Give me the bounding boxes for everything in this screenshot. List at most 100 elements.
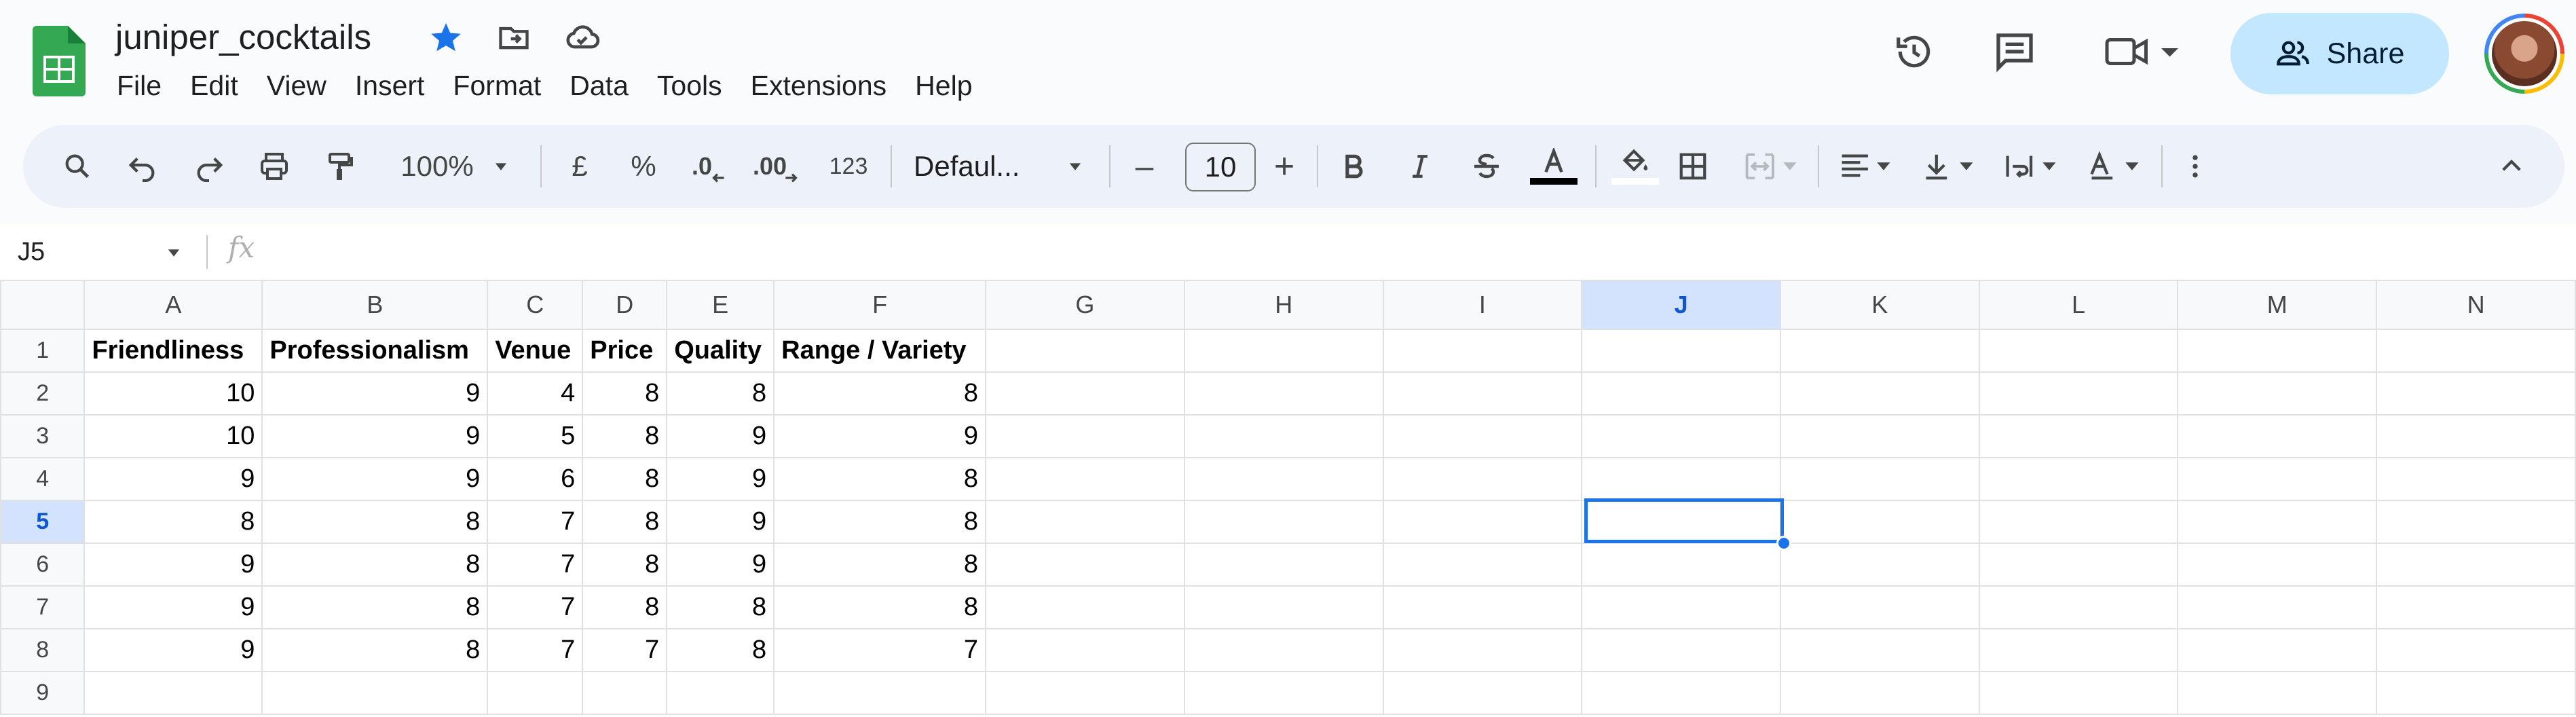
cell[interactable]: 4 xyxy=(487,371,584,416)
cell[interactable]: 9 xyxy=(666,543,775,587)
column-header[interactable]: H xyxy=(1183,280,1384,330)
cell[interactable]: Range / Variety xyxy=(773,329,987,373)
row-header[interactable]: 8 xyxy=(0,628,86,672)
row-header[interactable]: 1 xyxy=(0,329,86,373)
menu-help[interactable]: Help xyxy=(915,65,987,106)
zoom-select[interactable]: 100% xyxy=(383,125,491,208)
avatar[interactable] xyxy=(2484,14,2564,94)
cell[interactable]: 7 xyxy=(487,543,584,587)
text-rotation-icon[interactable] xyxy=(2081,125,2149,208)
cell[interactable] xyxy=(1581,329,1781,373)
cell[interactable] xyxy=(1779,671,1980,715)
cell[interactable]: 8 xyxy=(666,371,775,416)
italic-icon[interactable] xyxy=(1400,125,1440,208)
cell[interactable] xyxy=(1382,371,1583,416)
font-size-input[interactable]: 10 xyxy=(1185,143,1256,191)
cell[interactable] xyxy=(2177,500,2378,544)
cell[interactable] xyxy=(2177,371,2378,416)
column-header[interactable]: M xyxy=(2177,280,2378,330)
row-header-selected[interactable]: 5 xyxy=(0,500,86,544)
cell[interactable]: 9 xyxy=(83,628,263,672)
cell[interactable] xyxy=(1779,500,1980,544)
cell[interactable] xyxy=(985,671,1185,715)
cell[interactable] xyxy=(2376,500,2576,544)
cell[interactable]: 7 xyxy=(582,628,668,672)
vertical-align-icon[interactable] xyxy=(1916,125,1983,208)
comments-icon[interactable] xyxy=(1990,27,2039,76)
cell[interactable]: 9 xyxy=(261,414,489,458)
cell[interactable] xyxy=(1382,414,1583,458)
column-header[interactable]: G xyxy=(985,280,1185,330)
cell[interactable] xyxy=(1978,543,2179,587)
cell[interactable] xyxy=(1779,585,1980,629)
cell[interactable] xyxy=(2376,457,2576,501)
cell[interactable] xyxy=(1382,329,1583,373)
cell[interactable] xyxy=(1581,414,1781,458)
cell[interactable] xyxy=(1382,585,1583,629)
cell[interactable] xyxy=(261,671,489,715)
cell[interactable]: 8 xyxy=(773,543,987,587)
cell[interactable]: 8 xyxy=(773,371,987,416)
cell[interactable]: 7 xyxy=(487,585,584,629)
undo-icon[interactable] xyxy=(122,125,163,208)
decrease-decimals-button[interactable]: .0 xyxy=(686,125,733,208)
cell[interactable] xyxy=(83,671,263,715)
cell[interactable] xyxy=(2376,585,2576,629)
cell[interactable] xyxy=(2177,329,2378,373)
more-formats-button[interactable]: 123 xyxy=(821,125,876,208)
cell[interactable] xyxy=(582,671,668,715)
cell[interactable] xyxy=(2376,371,2576,416)
menu-view[interactable]: View xyxy=(267,65,341,106)
cell[interactable] xyxy=(666,671,775,715)
column-header[interactable]: N xyxy=(2376,280,2576,330)
search-icon[interactable] xyxy=(57,125,98,208)
column-header[interactable]: E xyxy=(666,280,775,330)
cell[interactable] xyxy=(985,414,1185,458)
cell[interactable]: 9 xyxy=(83,543,263,587)
cell[interactable]: Friendliness xyxy=(83,329,263,373)
cell[interactable] xyxy=(1183,671,1384,715)
cell[interactable] xyxy=(1978,371,2179,416)
cell[interactable] xyxy=(2376,329,2576,373)
cell[interactable] xyxy=(487,671,584,715)
cell[interactable] xyxy=(1779,414,1980,458)
cell[interactable] xyxy=(1581,371,1781,416)
cell[interactable]: 8 xyxy=(773,585,987,629)
row-header[interactable]: 9 xyxy=(0,671,86,715)
column-header[interactable]: F xyxy=(773,280,987,330)
cell[interactable]: Price xyxy=(582,329,668,373)
column-header[interactable]: K xyxy=(1779,280,1980,330)
cell[interactable]: 8 xyxy=(582,543,668,587)
cell[interactable] xyxy=(1779,628,1980,672)
version-history-icon[interactable] xyxy=(1890,27,1939,76)
menu-format[interactable]: Format xyxy=(453,65,556,106)
cell[interactable] xyxy=(985,329,1185,373)
cell[interactable]: Venue xyxy=(487,329,584,373)
row-header[interactable]: 6 xyxy=(0,543,86,587)
chevron-down-icon[interactable] xyxy=(164,243,183,265)
cell[interactable]: 7 xyxy=(773,628,987,672)
cell[interactable]: 9 xyxy=(261,457,489,501)
sheets-logo-icon[interactable] xyxy=(33,26,86,96)
cell[interactable] xyxy=(1978,457,2179,501)
cell[interactable]: 9 xyxy=(666,414,775,458)
cell[interactable] xyxy=(2177,414,2378,458)
fill-color-icon[interactable] xyxy=(1611,125,1659,208)
move-to-folder-icon[interactable] xyxy=(494,18,534,57)
menu-edit[interactable]: Edit xyxy=(190,65,253,106)
star-icon[interactable] xyxy=(426,18,466,57)
cell[interactable] xyxy=(2177,457,2378,501)
text-color-icon[interactable] xyxy=(1530,125,1578,208)
chevron-down-icon[interactable] xyxy=(1062,125,1089,208)
cell[interactable] xyxy=(2376,414,2576,458)
menu-insert[interactable]: Insert xyxy=(355,65,440,106)
cell[interactable] xyxy=(2376,543,2576,587)
cell[interactable] xyxy=(1382,500,1583,544)
menu-file[interactable]: File xyxy=(117,65,176,106)
cell[interactable] xyxy=(1581,543,1781,587)
cell[interactable] xyxy=(1382,543,1583,587)
cell[interactable] xyxy=(985,457,1185,501)
increase-decimals-button[interactable]: .00 xyxy=(749,125,804,208)
cell[interactable]: Quality xyxy=(666,329,775,373)
row-header[interactable]: 7 xyxy=(0,585,86,629)
